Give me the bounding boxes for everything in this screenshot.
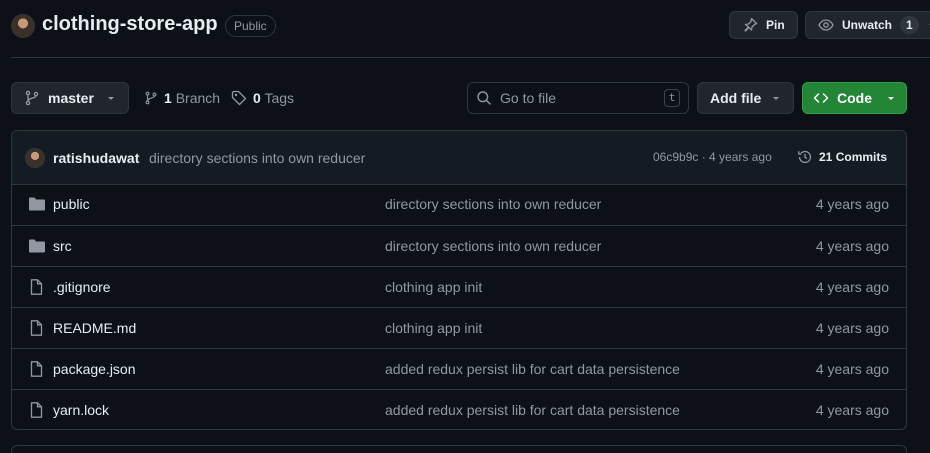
tag-count: 0 [253,90,261,106]
chevron-down-icon [106,93,116,103]
folder-icon [28,196,46,212]
author-avatar[interactable] [25,148,45,168]
branch-label: Branch [175,90,221,106]
commits-count: 21 [819,150,833,164]
branch-selector[interactable]: master [11,82,129,114]
pin-icon [742,17,758,33]
chevron-down-icon [771,93,781,103]
search-icon [476,90,492,106]
table-row[interactable]: package.json added redux persist lib for… [12,348,906,389]
branch-name: master [48,90,94,106]
file-name[interactable]: src [53,238,72,254]
file-commit-message[interactable]: clothing app init [385,320,482,336]
header-divider [11,57,930,58]
file-icon [28,402,46,418]
file-age: 4 years ago [815,196,889,212]
commit-message[interactable]: directory sections into own reducer [149,150,365,166]
branches-link[interactable]: 1 Branch [144,90,220,106]
commit-author[interactable]: ratishudawat [53,150,139,166]
search-placeholder: Go to file [500,90,557,106]
visibility-badge: Public [225,15,276,37]
go-to-file-search[interactable]: Go to file t [467,82,689,114]
repo-name[interactable]: clothing-store-app [42,13,218,36]
file-commit-message[interactable]: added redux persist lib for cart data pe… [385,361,680,377]
watch-count: 1 [900,16,919,34]
eye-icon [818,17,834,33]
file-age: 4 years ago [815,361,889,377]
tags-link[interactable]: 0 Tags [231,90,294,106]
search-shortcut-key: t [664,89,680,107]
file-commit-message[interactable]: clothing app init [385,279,482,295]
branch-count: 1 [164,90,172,106]
readme-panel-edge [11,445,907,453]
file-age: 4 years ago [815,320,889,336]
table-row[interactable]: public directory sections into own reduc… [12,184,906,225]
commits-link[interactable]: 21 Commits [797,149,887,165]
table-row[interactable]: .gitignore clothing app init 4 years ago [12,266,906,307]
watch-label: Unwatch [842,18,893,32]
code-button[interactable]: Code [802,82,907,114]
file-name[interactable]: .gitignore [53,279,111,295]
watch-button[interactable]: Unwatch 1 [805,11,930,39]
file-name[interactable]: README.md [53,320,136,336]
tag-label: Tags [264,90,295,106]
pin-button[interactable]: Pin [729,11,798,39]
tag-icon [231,90,247,106]
file-icon [28,361,46,377]
chevron-down-icon [886,93,896,103]
file-age: 4 years ago [815,238,889,254]
table-row[interactable]: yarn.lock added redux persist lib for ca… [12,389,906,429]
git-branch-icon [24,90,40,106]
file-name[interactable]: public [53,196,90,212]
file-age: 4 years ago [815,402,889,418]
file-commit-message[interactable]: directory sections into own reducer [385,238,601,254]
history-icon [797,149,813,165]
file-name[interactable]: yarn.lock [53,402,109,418]
code-label: Code [837,90,872,106]
file-name[interactable]: package.json [53,361,136,377]
commits-label: Commits [835,150,888,164]
table-row[interactable]: src directory sections into own reducer … [12,225,906,266]
table-row[interactable]: README.md clothing app init 4 years ago [12,307,906,348]
file-icon [28,320,46,336]
pin-label: Pin [766,18,785,32]
file-age: 4 years ago [815,279,889,295]
add-file-label: Add file [710,90,762,106]
file-table: ratishudawat directory sections into own… [11,130,907,430]
code-icon [813,90,829,106]
file-commit-message[interactable]: added redux persist lib for cart data pe… [385,402,680,418]
git-branch-icon [144,90,158,106]
latest-commit-bar: ratishudawat directory sections into own… [12,131,906,185]
commit-sha-time[interactable]: 06c9b9c · 4 years ago [653,150,772,164]
add-file-button[interactable]: Add file [697,82,794,114]
folder-icon [28,238,46,254]
owner-avatar[interactable] [11,14,35,38]
file-commit-message[interactable]: directory sections into own reducer [385,196,601,212]
file-icon [28,279,46,295]
